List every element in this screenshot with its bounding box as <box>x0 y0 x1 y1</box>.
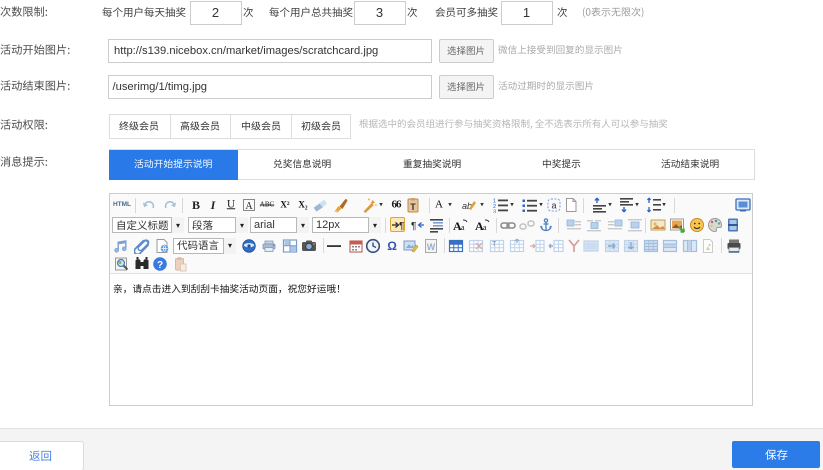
svg-text:a: a <box>461 223 465 232</box>
svg-text:¶: ¶ <box>399 221 404 232</box>
svg-text:?: ? <box>157 259 163 270</box>
svg-text:A: A <box>245 201 253 212</box>
svg-text:3: 3 <box>493 210 496 214</box>
svg-text:¶: ¶ <box>411 221 416 232</box>
svg-text:a: a <box>551 201 556 211</box>
svg-text:T: T <box>492 241 497 248</box>
svg-text:T: T <box>410 202 416 212</box>
svg-text:W: W <box>427 242 436 252</box>
svg-text:a: a <box>483 223 487 232</box>
